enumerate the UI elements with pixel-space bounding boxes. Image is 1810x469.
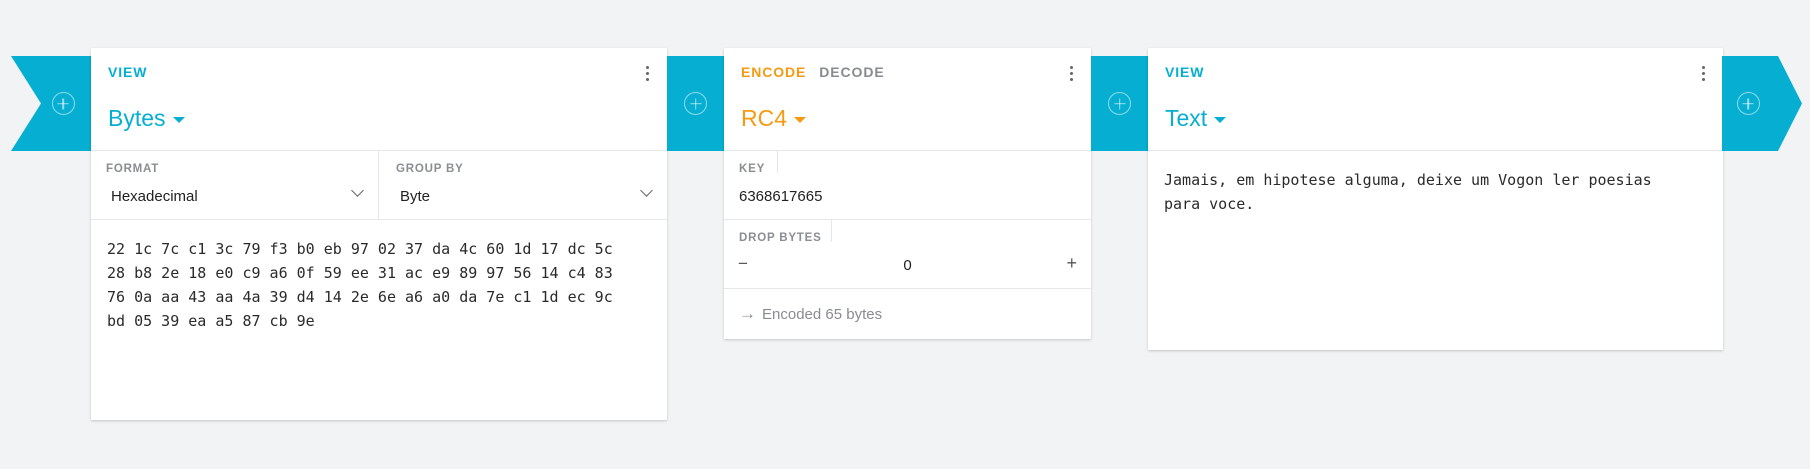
tab-encode[interactable]: ENCODE	[741, 64, 806, 80]
status-text: Encoded 65 bytes	[762, 305, 883, 323]
content-line: Jamais, em hipotese alguma, deixe um Vog…	[1164, 171, 1652, 189]
kebab-menu-icon[interactable]	[1695, 64, 1711, 82]
view-text-card: VIEW Text Jamais, em hipotese alguma, de…	[1148, 48, 1723, 350]
key-label: KEY	[739, 163, 766, 175]
viewer-select[interactable]: Bytes	[108, 105, 185, 132]
content-line: 76 0a aa 43 aa 4a 39 d4 14 2e 6e a6 a0 d…	[107, 288, 613, 306]
viewer-title: Bytes	[108, 105, 166, 131]
view-bytes-card: VIEW Bytes FORMAT Hexadecimal GROUP BY B…	[91, 48, 667, 420]
settings-row: FORMAT Hexadecimal GROUP BY Byte	[91, 151, 667, 220]
card-header: VIEW Text	[1148, 48, 1723, 151]
caret-down-icon	[172, 116, 185, 123]
chevron-down-icon	[351, 184, 364, 197]
label-divider	[777, 151, 778, 173]
caret-down-icon	[794, 116, 807, 123]
viewer-title: Text	[1165, 105, 1208, 131]
cipher-select[interactable]: RC4	[741, 105, 807, 132]
add-step-after-button[interactable]	[1722, 56, 1802, 151]
chevron-down-icon	[640, 184, 653, 197]
text-content[interactable]: Jamais, em hipotese alguma, deixe um Vog…	[1148, 151, 1723, 233]
plus-icon[interactable]: +	[1066, 253, 1077, 274]
rc4-card: ENCODE DECODE RC4 KEY 6368617665 DROP BY…	[724, 48, 1091, 339]
group-by-label: GROUP BY	[396, 163, 464, 175]
key-value: 6368617665	[739, 188, 823, 205]
drop-bytes-field: DROP BYTES − 0 +	[724, 220, 1091, 289]
drop-bytes-value[interactable]: 0	[724, 257, 1091, 274]
drop-bytes-label: DROP BYTES	[739, 232, 822, 244]
key-field[interactable]: KEY 6368617665	[724, 151, 1091, 220]
group-by-value: Byte	[400, 188, 431, 205]
add-circle-icon	[1737, 92, 1760, 115]
status-row: → Encoded 65 bytes	[724, 289, 1091, 339]
format-select[interactable]: FORMAT Hexadecimal	[91, 151, 378, 219]
caret-down-icon	[1214, 116, 1227, 123]
add-circle-icon	[684, 92, 707, 115]
arrow-right-icon: →	[739, 304, 756, 323]
cipher-title: RC4	[741, 105, 788, 131]
card-header: ENCODE DECODE RC4	[724, 48, 1091, 151]
label-divider	[831, 220, 832, 242]
card-header: VIEW Bytes	[91, 48, 667, 151]
pipeline-stage: VIEW Bytes FORMAT Hexadecimal GROUP BY B…	[0, 0, 1810, 469]
add-step-button[interactable]	[667, 56, 724, 151]
viewer-select[interactable]: Text	[1165, 105, 1227, 132]
kebab-menu-icon[interactable]	[1063, 64, 1079, 82]
add-circle-icon	[51, 92, 75, 115]
format-label: FORMAT	[106, 163, 160, 175]
content-line: 28 b8 2e 18 e0 c9 a6 0f 59 ee 31 ac e9 8…	[107, 264, 613, 282]
add-step-button[interactable]	[1091, 56, 1148, 151]
content-line: bd 05 39 ea a5 87 cb 9e	[107, 312, 315, 330]
card-tabs: VIEW	[108, 64, 147, 80]
group-by-select[interactable]: GROUP BY Byte	[379, 151, 667, 219]
card-tabs: ENCODE DECODE	[741, 64, 885, 80]
tab-view[interactable]: VIEW	[1165, 64, 1204, 80]
bytes-content[interactable]: 22 1c 7c c1 3c 79 f3 b0 eb 97 02 37 da 4…	[91, 220, 667, 419]
content-line: para voce.	[1164, 195, 1255, 213]
tab-view[interactable]: VIEW	[108, 64, 147, 80]
card-tabs: VIEW	[1165, 64, 1204, 80]
add-circle-icon	[1108, 92, 1131, 115]
format-value: Hexadecimal	[111, 188, 198, 205]
add-step-before-button[interactable]	[11, 56, 91, 151]
tab-decode[interactable]: DECODE	[819, 64, 884, 80]
content-line: 22 1c 7c c1 3c 79 f3 b0 eb 97 02 37 da 4…	[107, 240, 613, 258]
kebab-menu-icon[interactable]	[639, 64, 655, 82]
